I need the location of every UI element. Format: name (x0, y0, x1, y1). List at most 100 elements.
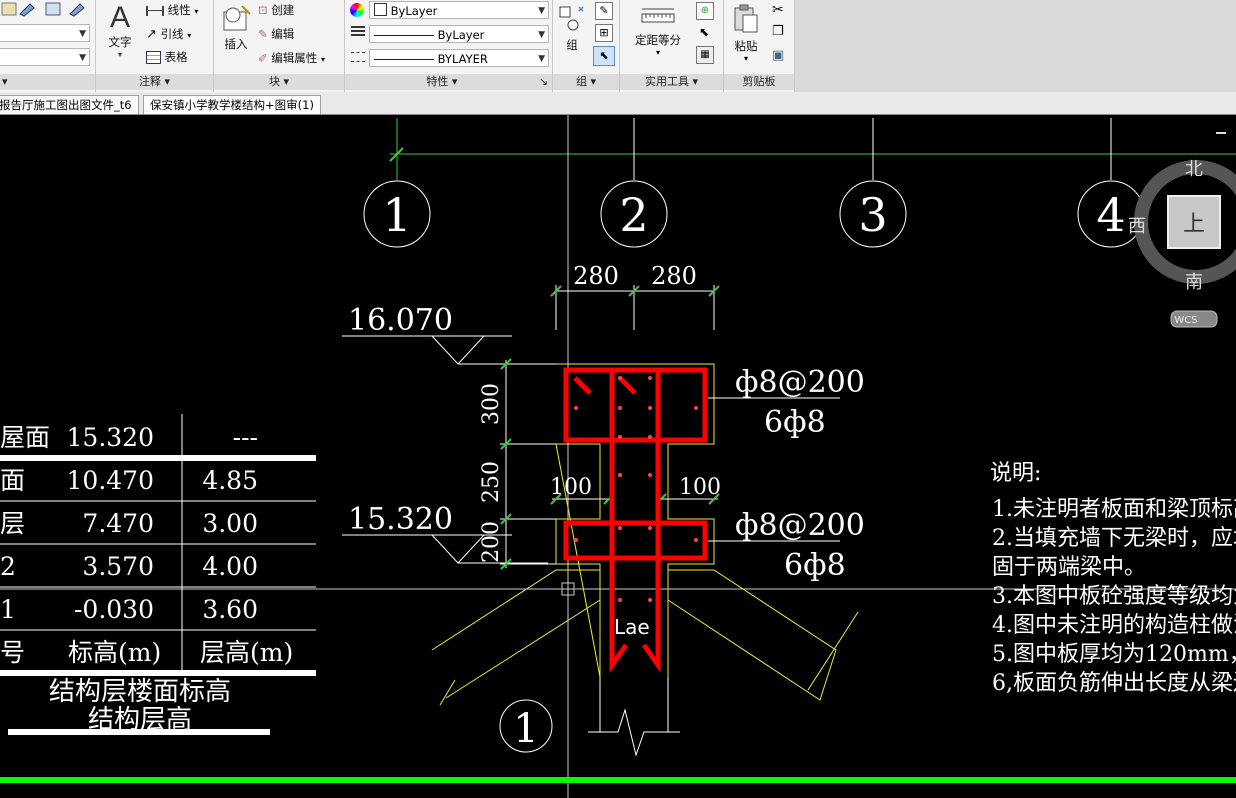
paste-icon (734, 4, 758, 33)
table-icon (146, 51, 161, 64)
svg-text:1: 1 (382, 188, 411, 242)
group-panel-title[interactable]: 组 ▾ (553, 74, 619, 90)
note-line: 4.图中未注明的构造柱做法详 (992, 613, 1236, 638)
floor-table-cell: 屋面 (0, 423, 50, 452)
axis-bubble-4: 4 (1077, 180, 1145, 248)
axis-grid (389, 118, 1236, 180)
note-line: 3.本图中板砼强度等级均为C2 (992, 584, 1236, 609)
match-properties-icon[interactable]: ▣ (772, 48, 784, 63)
svg-text:2: 2 (619, 188, 648, 242)
dim-250: 250 (479, 461, 504, 503)
floor-table-cell: 号 (0, 638, 25, 667)
quick-calc-icon[interactable]: ⊕ (696, 2, 714, 20)
lae-label: Lae (614, 615, 650, 639)
dim-100-b: 100 (679, 475, 721, 500)
linetype-combo[interactable]: ByLayer ▼ (369, 25, 549, 43)
annotation-panel-title[interactable]: 注释 ▾ (96, 74, 213, 90)
text-button[interactable]: A 文字 ▾ (102, 1, 138, 60)
table-button[interactable]: 表格 (146, 49, 188, 65)
floor-table-cell: 3.60 (202, 595, 258, 624)
clipboard-panel-title[interactable]: 剪贴板 (724, 74, 794, 90)
cut-icon[interactable]: ✂ (772, 2, 784, 18)
annotation-title-label: 注释 (138, 75, 161, 88)
table-caption-2: 结构层高 (88, 705, 192, 735)
edit-attributes-icon: ✐ (258, 51, 268, 65)
color-combo[interactable]: ByLayer ▼ (369, 1, 549, 19)
group-title-label: 组 (575, 75, 587, 88)
group-button[interactable]: 组 (557, 3, 587, 53)
group-icon (559, 6, 584, 31)
linear-dimension-icon (146, 5, 164, 16)
paste-button[interactable]: 粘贴 ▾ (728, 2, 764, 63)
axis-bubble-2: 2 (600, 180, 668, 248)
floor-table-cell: 15.320 (67, 423, 154, 452)
document-tab-2-label: 保安镇小学教学楼结构+图审(1) (150, 98, 314, 112)
edit-attributes-button[interactable]: ✐ 编辑属性 ▾ (258, 50, 325, 66)
axis-bubble-3: 3 (839, 180, 907, 248)
edit-attr-label: 编辑属性 (271, 51, 318, 65)
viewcube-north: 北 (1185, 159, 1203, 180)
block-title-label: 块 (268, 75, 280, 88)
viewcube[interactable]: 上 北 南 西 WCS (1128, 132, 1236, 328)
rebar-bot-long: 6ф8 (784, 548, 846, 583)
elevation-16070: 16.070 (348, 303, 453, 338)
measure-button[interactable]: 定距等分 ▾ (628, 4, 688, 57)
floor-table-cell: 层 (0, 509, 25, 538)
linear-button[interactable]: 线性 ▾ (146, 2, 198, 18)
linear-label: 线性 (167, 3, 191, 17)
layer-combo-1[interactable]: ▼ (0, 24, 90, 42)
insert-button[interactable]: 插入 (218, 4, 254, 52)
linetype-value: ByLayer (437, 28, 485, 42)
floor-table-cell: 7.470 (82, 509, 154, 538)
leader-button[interactable]: ↗ 引线 ▾ (146, 26, 191, 42)
edit-block-icon: ✎ (258, 27, 268, 41)
table-caption-1: 结构层楼面标高 (49, 677, 231, 707)
color-value: ByLayer (390, 4, 438, 18)
floor-table-cell: -0.030 (74, 595, 154, 624)
group-panel: 组 ✎ ⊞ ⬉ 组 ▾ (553, 0, 620, 92)
group-label: 组 (566, 38, 578, 52)
layer-tool-icons[interactable] (0, 0, 95, 20)
text-icon: A (109, 1, 130, 34)
lineweight-combo[interactable]: BYLAYER ▼ (369, 49, 549, 67)
elevation-15320: 15.320 (348, 502, 453, 537)
lineweight-value: BYLAYER (437, 52, 488, 66)
layers-panel-title[interactable]: ▾ (0, 74, 95, 90)
floor-table-cell: 1 (0, 595, 16, 624)
select-icon[interactable]: ⬉ (696, 24, 712, 40)
properties-panel-title[interactable]: 特性 ▾ ↘ (345, 74, 552, 90)
color-swatch (374, 3, 387, 16)
dim-100-a: 100 (550, 475, 592, 500)
floor-table-cell: --- (233, 423, 258, 452)
layers-panel-partial: ▼ ▼ ▾ (0, 0, 96, 92)
drawing-canvas[interactable]: 1 2 3 4 280 280 16.070 15.320 300 250 20… (0, 115, 1236, 798)
layer-combo-2[interactable]: ▼ (0, 48, 90, 66)
vertical-dimensions (500, 358, 556, 570)
create-block-button[interactable]: ⊡ 创建 (258, 2, 294, 18)
document-tab-2[interactable]: 保安镇小学教学楼结构+图审(1) (143, 95, 321, 114)
note-line: 6,板面负筋伸出长度从梁边算 (992, 671, 1236, 696)
calculator-icon[interactable]: ▦ (696, 46, 714, 64)
insert-label: 插入 (224, 37, 248, 51)
note-line: 2.当填充墙下无梁时，应增设 (992, 526, 1236, 551)
edit-block-button[interactable]: ✎ 编辑 (258, 26, 294, 42)
paste-arrow: ▾ (743, 54, 748, 63)
viewcube-face-label: 上 (1183, 212, 1205, 237)
group-select-icon[interactable]: ⬉ (593, 46, 615, 66)
copy-icon[interactable]: ❐ (772, 24, 786, 39)
paste-label: 粘贴 (734, 39, 758, 53)
svg-text:3: 3 (858, 188, 887, 242)
properties-title-label: 特性 (426, 75, 449, 88)
block-panel-title[interactable]: 块 ▾ (214, 74, 344, 90)
leader-icon: ↗ (146, 27, 157, 42)
ungroup-icon[interactable]: ✎ (595, 2, 613, 20)
wcs-label: WCS (1174, 315, 1197, 326)
note-line: 5.图中板厚均为120mm， (992, 642, 1236, 667)
note-line: 1.未注明者板面和梁顶标高为 (992, 497, 1236, 522)
utilities-panel: 定距等分 ▾ ⊕ ⬉ ▦ 实用工具 ▾ (620, 0, 724, 92)
utilities-panel-title[interactable]: 实用工具 ▾ (620, 74, 723, 90)
properties-panel: ByLayer ▼ ByLayer ▼ BYLAYER ▼ 特性 ▾ ↘ (345, 0, 553, 92)
group-edit-icon[interactable]: ⊞ (595, 24, 613, 42)
document-tab-1[interactable]: 报告厅施工图出图文件_t6 (0, 95, 139, 114)
ribbon-empty-area (795, 0, 1236, 92)
